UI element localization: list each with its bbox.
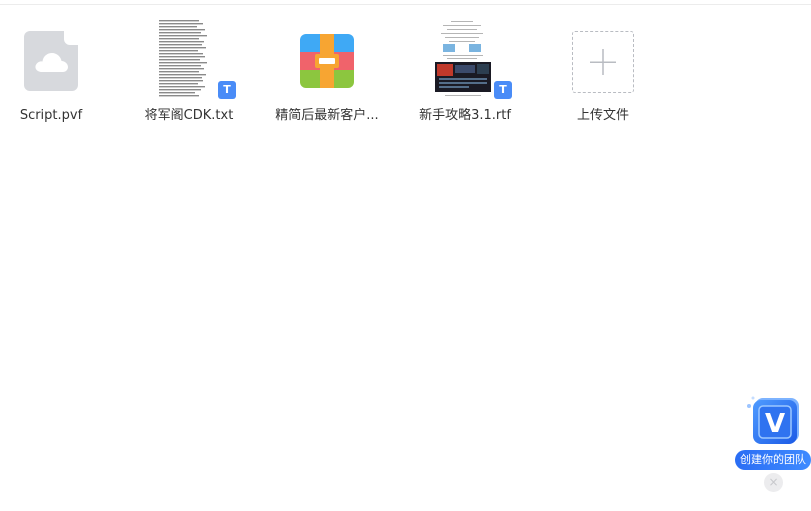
file-name: 精简后最新客户...: [275, 108, 379, 123]
file-item-cdk-txt[interactable]: T 将军阁CDK.txt: [127, 14, 251, 132]
upload-file-label: 上传文件: [576, 108, 629, 123]
archive-icon: [300, 34, 354, 88]
upload-file-button[interactable]: 上传文件: [541, 14, 665, 132]
text-preview-thumbnail: [157, 18, 217, 100]
file-name: 新手攻略3.1.rtf: [419, 108, 511, 123]
plus-icon: [590, 49, 616, 75]
upload-dropzone[interactable]: [572, 31, 634, 93]
file-item-script-pvf[interactable]: Script.pvf: [0, 14, 113, 132]
file-item-archive[interactable]: 精简后最新客户...: [265, 14, 389, 132]
cloud-file-icon: [24, 31, 78, 91]
file-name: Script.pvf: [19, 108, 83, 123]
create-team-label: 创建你的团队: [735, 450, 811, 470]
text-file-badge-icon: T: [494, 81, 512, 99]
file-item-guide-rtf[interactable]: T 新手攻略3.1.rtf: [403, 14, 527, 132]
file-name: 将军阁CDK.txt: [144, 108, 234, 123]
text-file-badge-icon: T: [218, 81, 236, 99]
create-team-widget[interactable]: V 创建你的团队: [733, 392, 811, 472]
document-preview-thumbnail: [433, 18, 493, 100]
team-logo-icon: V: [747, 396, 799, 444]
file-grid: Script.pvf T 将军阁CDK.txt 精简后最新客户... T 新手攻…: [0, 0, 811, 140]
team-logo-letter: V: [765, 409, 785, 439]
widget-close-icon[interactable]: ×: [764, 473, 783, 492]
